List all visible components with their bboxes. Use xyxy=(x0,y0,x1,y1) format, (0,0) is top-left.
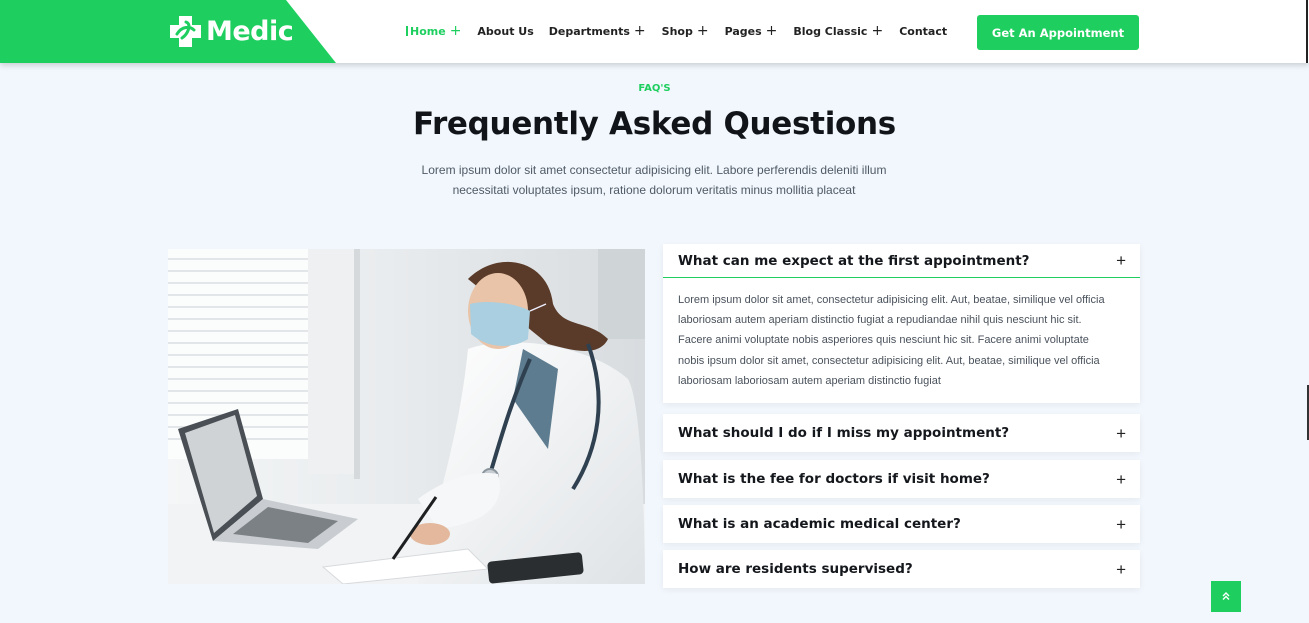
nav-item-about-us[interactable]: About Us xyxy=(477,25,533,38)
intro-line: Lorem ipsum dolor sit amet consectetur a… xyxy=(421,163,887,177)
nav-label: Shop xyxy=(661,24,693,38)
faq-question: What is the fee for doctors if visit hom… xyxy=(678,471,990,487)
faq-question-toggle[interactable]: What can me expect at the first appointm… xyxy=(663,244,1140,278)
faq-question: How are residents supervised? xyxy=(678,561,913,577)
faq-item: What should I do if I miss my appointmen… xyxy=(663,414,1140,452)
plus-icon[interactable]: + xyxy=(1116,516,1126,533)
plus-icon[interactable]: + xyxy=(1116,425,1126,442)
faq-question: What can me expect at the first appointm… xyxy=(678,252,1030,269)
faq-item-open: What can me expect at the first appointm… xyxy=(663,244,1140,404)
faq-question-toggle[interactable]: What should I do if I miss my appointmen… xyxy=(663,414,1140,452)
window-edge xyxy=(1306,0,1308,63)
get-appointment-button[interactable]: Get An Appointment xyxy=(977,15,1139,50)
plus-icon: + xyxy=(449,23,462,39)
nav-label: Pages xyxy=(724,24,762,38)
faq-item: How are residents supervised? + xyxy=(663,550,1140,588)
nav-label: Blog Classic xyxy=(793,24,868,38)
nav-item-pages[interactable]: Pages + xyxy=(725,24,778,38)
logo[interactable]: Medic xyxy=(168,14,294,49)
section-intro: Lorem ipsum dolor sit amet consectetur a… xyxy=(404,160,904,200)
nav-item-home[interactable]: Home + xyxy=(406,24,461,38)
site-header: Medic Home + About Us Departments + Shop + … xyxy=(0,0,1309,63)
nav-label: Home xyxy=(410,24,446,38)
plus-icon: + xyxy=(871,23,884,39)
scroll-to-top-button[interactable] xyxy=(1211,581,1241,612)
plus-icon[interactable]: + xyxy=(1116,561,1126,578)
faq-question: What should I do if I miss my appointmen… xyxy=(678,425,1010,441)
double-chevron-up-icon xyxy=(1221,588,1231,606)
nav-item-blog-classic[interactable]: Blog Classic + xyxy=(793,24,883,38)
nav-item-departments[interactable]: Departments + xyxy=(549,24,646,38)
plus-icon[interactable]: + xyxy=(1116,471,1126,488)
plus-icon: + xyxy=(633,23,646,39)
faq-answer: Lorem ipsum dolor sit amet, consectetur … xyxy=(678,294,1105,387)
medical-cross-icon xyxy=(168,14,203,49)
faq-question-toggle[interactable]: What is an academic medical center? + xyxy=(663,505,1140,543)
brand-name: Medic xyxy=(206,16,294,47)
intro-line: necessitati voluptates ipsum, ratione do… xyxy=(452,183,856,197)
faq-question-toggle[interactable]: What is the fee for doctors if visit hom… xyxy=(663,460,1140,498)
nav-label: About Us xyxy=(477,24,534,38)
nav-item-contact[interactable]: Contact xyxy=(899,25,947,38)
faq-item: What is an academic medical center? + xyxy=(663,505,1140,543)
plus-icon[interactable]: + xyxy=(1116,252,1126,269)
plus-icon: + xyxy=(765,23,778,39)
main-nav: Home + About Us Departments + Shop + Pages +… xyxy=(406,24,947,38)
faq-question-toggle[interactable]: How are residents supervised? + xyxy=(663,550,1140,588)
doctor-photo xyxy=(168,249,645,584)
plus-icon: + xyxy=(696,23,709,39)
faq-question: What is an academic medical center? xyxy=(678,516,961,532)
section-title: Frequently Asked Questions xyxy=(413,106,896,142)
nav-label: Departments xyxy=(548,24,630,38)
faq-item: What is the fee for doctors if visit hom… xyxy=(663,460,1140,498)
section-eyebrow: FAQ'S xyxy=(638,83,671,94)
nav-item-shop[interactable]: Shop + xyxy=(662,24,709,38)
nav-label: Contact xyxy=(899,24,948,38)
